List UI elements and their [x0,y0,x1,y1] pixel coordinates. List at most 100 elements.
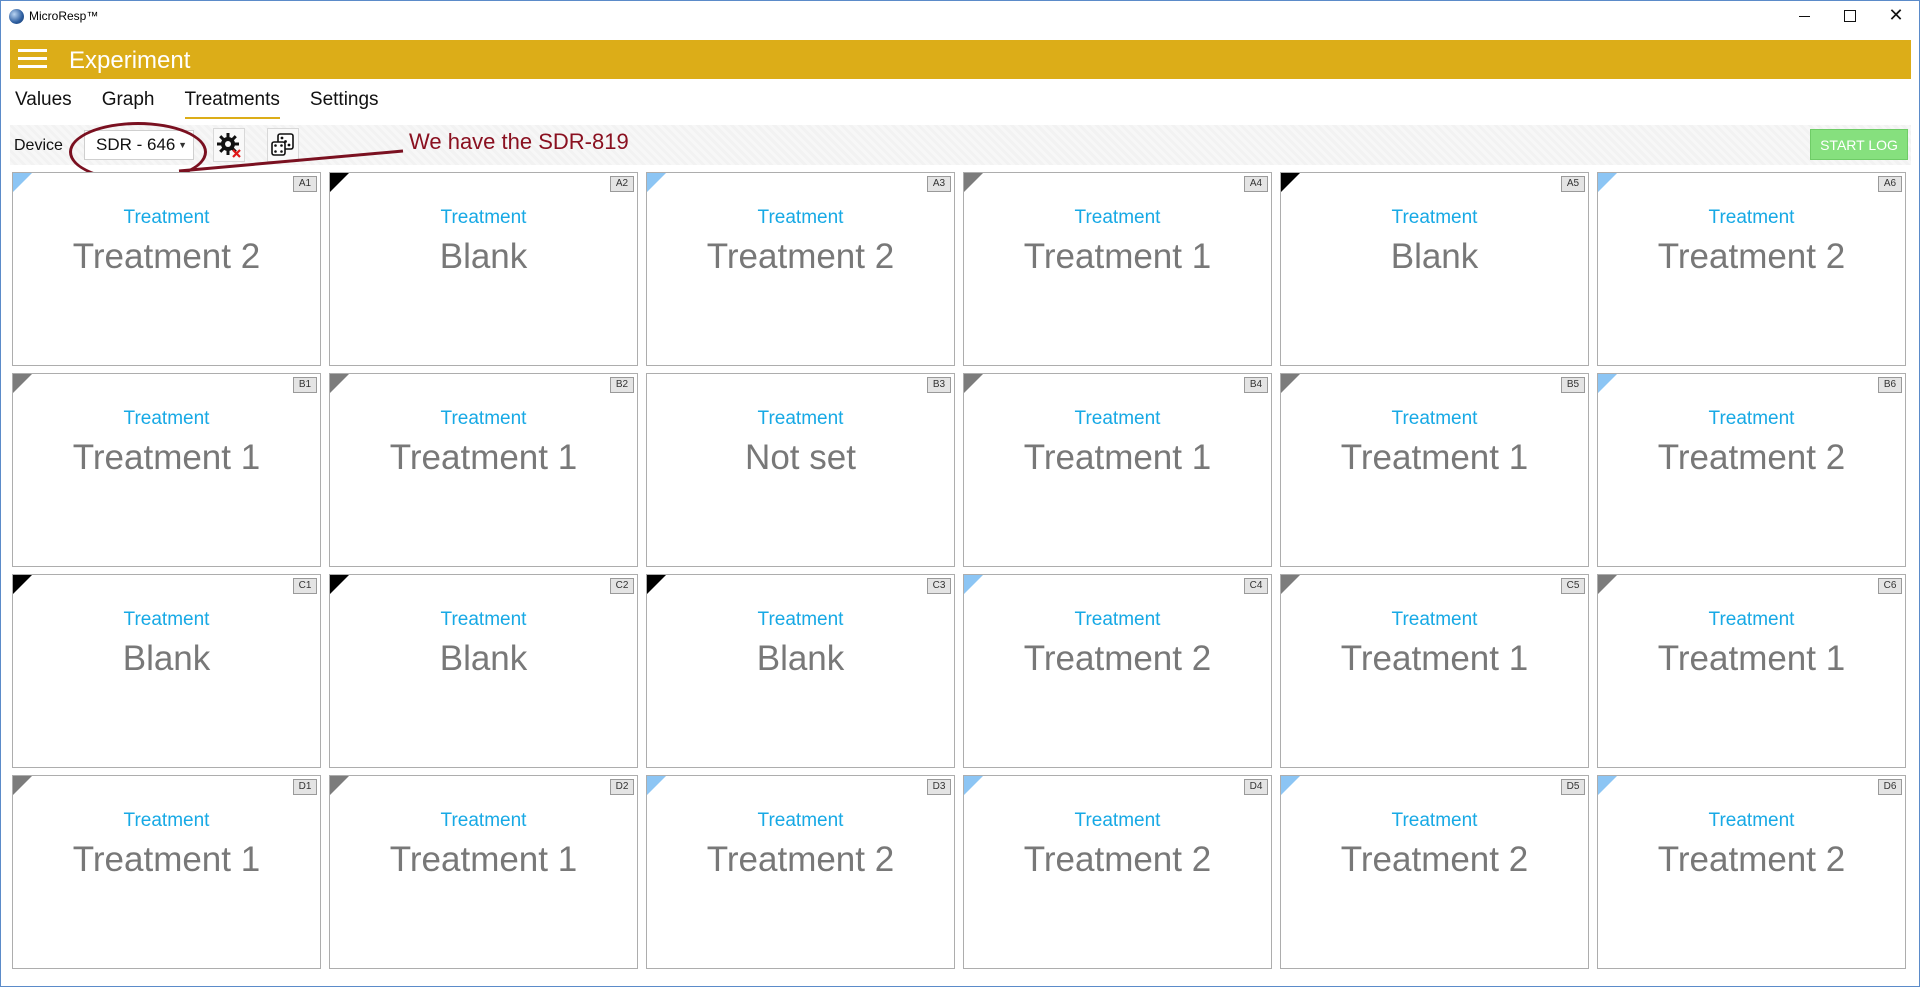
well-id-badge: A4 [1244,176,1268,192]
well-label: Treatment [123,810,210,831]
window-title: MicroResp™ [29,9,99,23]
well-cell[interactable]: B1 Treatment Treatment 1 [12,373,321,567]
treatment-tag-icon [330,374,349,393]
page-title: Experiment [69,47,191,74]
well-label: Treatment [1708,408,1795,429]
well-cell[interactable]: C2 Treatment Blank [329,574,638,768]
well-cell[interactable]: A2 Treatment Blank [329,172,638,366]
well-treatment-value: Treatment 2 [1657,438,1846,477]
well-id-badge: B2 [610,377,634,393]
treatment-tag-icon [1598,776,1617,795]
well-label: Treatment [1074,609,1161,630]
well-cell[interactable]: C1 Treatment Blank [12,574,321,768]
well-label: Treatment [440,207,527,228]
treatment-tag-icon [330,776,349,795]
well-cell[interactable]: A3 Treatment Treatment 2 [646,172,955,366]
well-label: Treatment [123,207,210,228]
well-cell[interactable]: D1 Treatment Treatment 1 [12,775,321,969]
well-id-badge: D2 [610,779,634,795]
well-treatment-value: Treatment 2 [1657,840,1846,879]
well-id-badge: D1 [293,779,317,795]
well-cell[interactable]: B2 Treatment Treatment 1 [329,373,638,567]
well-id-badge: A2 [610,176,634,192]
well-treatment-value: Treatment 1 [1657,639,1846,678]
device-settings-button[interactable] [213,128,245,162]
well-id-badge: B6 [1878,377,1902,393]
well-cell[interactable]: D5 Treatment Treatment 2 [1280,775,1589,969]
start-log-button[interactable]: START LOG [1810,129,1908,160]
well-label: Treatment [440,609,527,630]
tab-treatments[interactable]: Treatments [184,89,280,119]
well-label: Treatment [123,408,210,429]
well-treatment-value: Treatment 1 [1340,639,1529,678]
well-label: Treatment [1074,207,1161,228]
gear-icon [217,133,241,158]
well-cell[interactable]: A5 Treatment Blank [1280,172,1589,366]
app-window: MicroResp™ ✕ Experiment Values Graph Tre… [0,0,1920,987]
maximize-button[interactable] [1827,1,1873,31]
well-cell[interactable]: C4 Treatment Treatment 2 [963,574,1272,768]
tab-settings[interactable]: Settings [310,89,379,119]
well-treatment-value: Treatment 1 [1340,438,1529,477]
well-label: Treatment [1391,609,1478,630]
tab-values[interactable]: Values [15,89,72,119]
well-label: Treatment [757,609,844,630]
well-grid: A1 Treatment Treatment 2 A2 Treatment Blank A3… [12,172,1912,972]
well-label: Treatment [1708,207,1795,228]
well-label: Treatment [757,207,844,228]
device-label: Device [14,137,63,154]
title-bar: MicroResp™ ✕ [1,1,1919,31]
close-button[interactable]: ✕ [1873,1,1919,31]
well-label: Treatment [123,609,210,630]
well-treatment-value: Blank [122,639,211,678]
well-treatment-value: Treatment 1 [389,438,578,477]
minimize-button[interactable] [1781,1,1827,31]
well-treatment-value: Not set [745,438,856,477]
well-label: Treatment [1074,408,1161,429]
well-label: Treatment [1391,810,1478,831]
treatment-tag-icon [1281,776,1300,795]
hamburger-menu-icon[interactable] [18,49,47,69]
treatment-tag-icon [1281,374,1300,393]
treatment-tag-icon [13,173,32,192]
well-id-badge: D3 [927,779,951,795]
treatment-tag-icon [1281,173,1300,192]
well-id-badge: C1 [293,578,317,594]
well-cell[interactable]: A4 Treatment Treatment 1 [963,172,1272,366]
treatment-tag-icon [964,575,983,594]
well-cell[interactable]: B4 Treatment Treatment 1 [963,373,1272,567]
well-treatment-value: Treatment 1 [72,840,261,879]
treatment-tag-icon [647,776,666,795]
close-icon: ✕ [1888,5,1904,26]
well-cell[interactable]: C5 Treatment Treatment 1 [1280,574,1589,768]
treatment-tag-icon [330,173,349,192]
tab-bar: Values Graph Treatments Settings [15,89,409,119]
well-cell[interactable]: D3 Treatment Treatment 2 [646,775,955,969]
treatment-tag-icon [964,374,983,393]
maximize-icon [1844,10,1856,22]
well-treatment-value: Treatment 2 [706,840,895,879]
well-cell[interactable]: B6 Treatment Treatment 2 [1597,373,1906,567]
well-id-badge: A6 [1878,176,1902,192]
well-label: Treatment [1074,810,1161,831]
randomize-button[interactable] [267,128,299,162]
tab-graph[interactable]: Graph [102,89,155,119]
well-cell[interactable]: B3 Treatment Not set [646,373,955,567]
well-cell[interactable]: D4 Treatment Treatment 2 [963,775,1272,969]
well-id-badge: B1 [293,377,317,393]
well-cell[interactable]: D6 Treatment Treatment 2 [1597,775,1906,969]
well-cell[interactable]: C3 Treatment Blank [646,574,955,768]
well-cell[interactable]: A6 Treatment Treatment 2 [1597,172,1906,366]
well-cell[interactable]: D2 Treatment Treatment 1 [329,775,638,969]
treatment-tag-icon [13,575,32,594]
well-cell[interactable]: A1 Treatment Treatment 2 [12,172,321,366]
minimize-icon [1798,15,1810,17]
well-cell[interactable]: C6 Treatment Treatment 1 [1597,574,1906,768]
well-label: Treatment [757,408,844,429]
well-cell[interactable]: B5 Treatment Treatment 1 [1280,373,1589,567]
device-select[interactable]: SDR - 646 ▼ [84,130,194,160]
treatment-tag-icon [330,575,349,594]
app-header: Experiment [10,40,1911,79]
well-id-badge: D5 [1561,779,1585,795]
treatment-tag-icon [13,374,32,393]
